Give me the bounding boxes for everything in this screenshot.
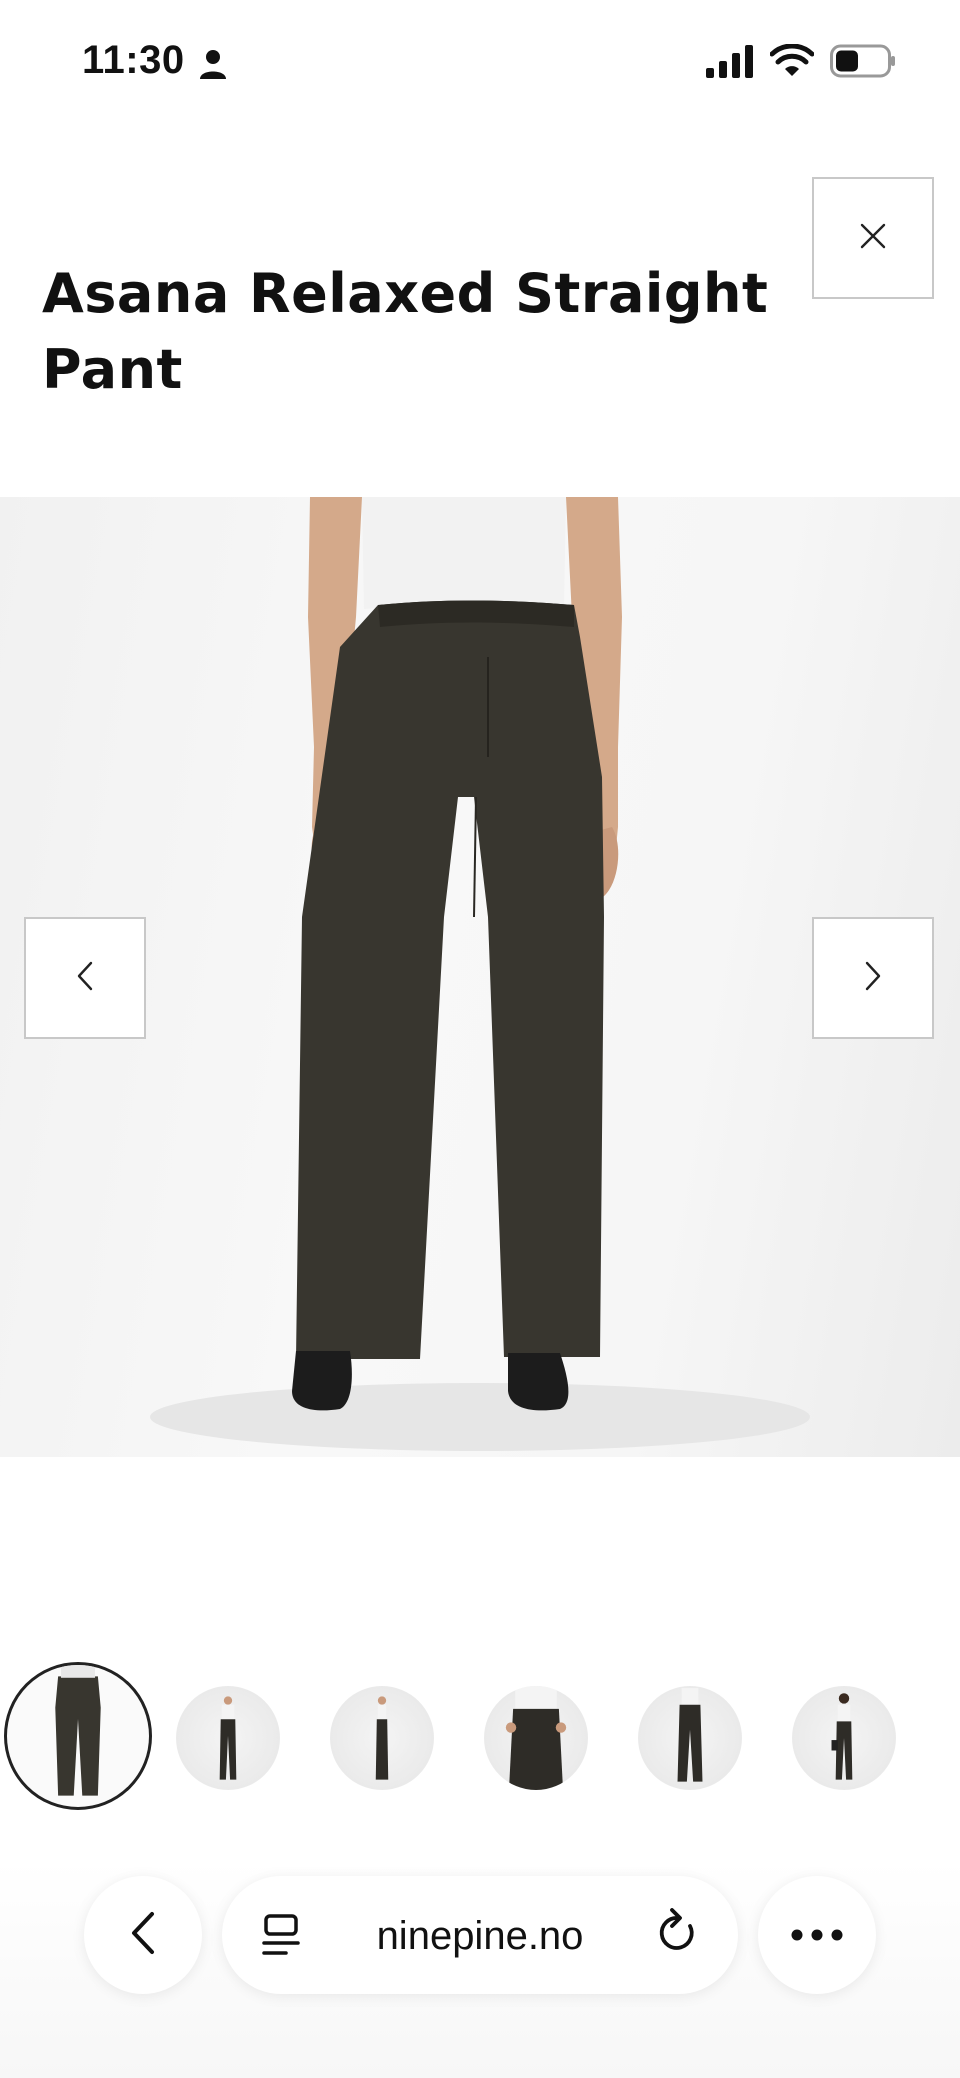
more-icon xyxy=(791,1926,843,1945)
reload-icon[interactable] xyxy=(656,1906,700,1960)
thumbnail-4[interactable] xyxy=(484,1686,588,1790)
status-time: 11:30 xyxy=(82,38,185,82)
status-bar: 11:30 xyxy=(0,0,960,130)
product-title: Asana Relaxed Straight Pant xyxy=(42,262,769,401)
previous-image-button[interactable] xyxy=(24,917,146,1039)
browser-back-button[interactable] xyxy=(84,1876,202,1994)
person-icon xyxy=(198,48,228,80)
thumbnail-1[interactable] xyxy=(4,1662,152,1810)
status-indicators xyxy=(706,43,896,82)
browser-toolbar: ninepine.no xyxy=(0,1860,960,2078)
wifi-icon xyxy=(769,43,815,82)
thumbnail-3[interactable] xyxy=(330,1686,434,1790)
more-options-button[interactable] xyxy=(758,1876,876,1994)
signal-icon xyxy=(706,44,754,82)
thumbnail-strip xyxy=(0,1662,960,1812)
chevron-right-icon xyxy=(864,960,882,996)
thumbnail-6[interactable] xyxy=(792,1686,896,1790)
address-bar[interactable]: ninepine.no xyxy=(222,1876,738,1994)
close-button[interactable] xyxy=(812,177,934,299)
thumbnail-2[interactable] xyxy=(176,1686,280,1790)
chevron-left-icon xyxy=(76,960,94,996)
thumbnail-5[interactable] xyxy=(638,1686,742,1790)
next-image-button[interactable] xyxy=(812,917,934,1039)
chevron-left-icon xyxy=(130,1911,156,1959)
battery-icon xyxy=(830,44,896,82)
close-icon xyxy=(860,223,886,253)
product-image-gallery[interactable] xyxy=(0,497,960,1457)
